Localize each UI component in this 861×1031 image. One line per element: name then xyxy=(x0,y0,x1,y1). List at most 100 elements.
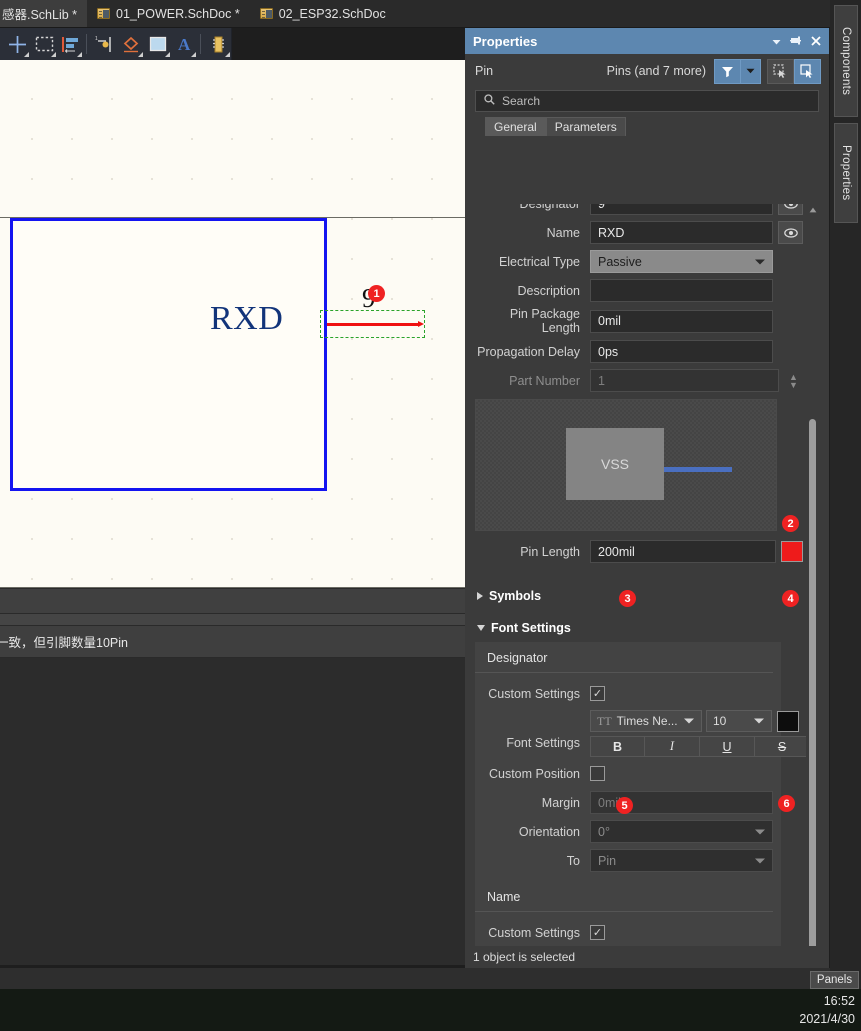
message-text: 一致，但引脚数量10Pin xyxy=(0,636,128,650)
description-input[interactable] xyxy=(590,279,773,302)
place-rectangle-icon[interactable] xyxy=(146,31,171,58)
designator-font-size-select[interactable]: 10 xyxy=(706,710,772,732)
electrical-type-select[interactable]: Passive xyxy=(590,250,773,273)
tab-parameters[interactable]: Parameters xyxy=(545,117,626,136)
panels-button[interactable]: Panels xyxy=(810,971,859,989)
preview-symbol-label: VSS xyxy=(600,456,629,472)
properties-scrollbar[interactable] xyxy=(806,204,819,994)
object-count-label: Pins (and 7 more) xyxy=(606,64,706,78)
pin-preview: VSS xyxy=(475,399,777,531)
pin-package-length-label: Pin Package Length xyxy=(509,307,580,335)
vertical-tab-components[interactable]: Components xyxy=(834,5,858,117)
designator-bold-button[interactable]: B xyxy=(590,736,645,757)
designator-visibility-icon[interactable] xyxy=(778,204,803,215)
schematic-canvas[interactable]: RXD 9 xyxy=(0,60,465,588)
document-tab-power[interactable]: 01_POWER.SchDoc * xyxy=(87,0,250,27)
font-glyph-icon: TT xyxy=(597,713,612,728)
part-number-input[interactable]: 1 xyxy=(590,369,779,392)
section-font-settings[interactable]: Font Settings xyxy=(475,616,803,640)
field-pin-length: Pin Length 200mil xyxy=(475,539,803,564)
chevron-down-icon xyxy=(755,858,765,863)
name-input[interactable]: RXD xyxy=(590,221,773,244)
designator-font-color-swatch[interactable] xyxy=(777,710,799,732)
search-icon xyxy=(484,94,495,108)
system-clock: 16:52 2021/4/30 xyxy=(655,992,855,1028)
tab-label: 01_POWER.SchDoc * xyxy=(116,6,240,21)
document-tab-schlib[interactable]: 感器.SchLib * xyxy=(0,0,88,27)
pin-length-input[interactable]: 200mil xyxy=(590,540,776,563)
place-ic-icon[interactable] xyxy=(206,31,231,58)
pin-wire[interactable] xyxy=(327,321,424,327)
chevron-down-icon xyxy=(684,718,694,724)
electrical-type-label: Electrical Type xyxy=(498,254,580,269)
chevron-down-icon[interactable] xyxy=(772,34,781,49)
designator-italic-button[interactable]: I xyxy=(645,736,700,757)
field-name: Name RXD xyxy=(475,220,803,245)
custom-position-label: Custom Position xyxy=(488,766,580,781)
designator-custom-position-checkbox[interactable] xyxy=(590,766,605,781)
align-icon[interactable] xyxy=(59,31,84,58)
part-number-stepper[interactable]: ▲ ▼ xyxy=(789,372,803,389)
search-input[interactable]: Search xyxy=(475,90,819,112)
dashed-rectangle-icon[interactable] xyxy=(32,31,57,58)
tab-label: 02_ESP32.SchDoc xyxy=(278,6,386,21)
close-icon[interactable] xyxy=(811,34,821,49)
chevron-right-icon xyxy=(477,592,483,600)
place-text-icon[interactable]: A xyxy=(173,31,198,58)
designator-to-row: To Pin xyxy=(475,848,773,873)
propagation-delay-input[interactable]: 0ps xyxy=(590,340,773,363)
properties-panel: Properties Pin Pins (and 7 more) Search … xyxy=(465,28,829,994)
funnel-icon[interactable] xyxy=(714,58,741,84)
description-label: Description xyxy=(517,283,580,298)
field-part-number: Part Number 1 ▲ ▼ xyxy=(475,368,803,393)
properties-tab-strip: General Parameters xyxy=(465,117,829,136)
pin-package-length-input[interactable]: 0mil xyxy=(590,309,773,333)
search-placeholder: Search xyxy=(502,94,541,108)
designator-custom-settings-checkbox[interactable]: ✓ xyxy=(590,686,605,701)
scrollbar-thumb[interactable] xyxy=(809,419,816,954)
document-tab-esp32[interactable]: 02_ESP32.SchDoc xyxy=(249,0,396,27)
part-number-label: Part Number xyxy=(509,373,580,388)
select-touching-icon[interactable] xyxy=(794,58,821,84)
scroll-up-arrow-icon[interactable] xyxy=(806,204,819,216)
field-electrical-type: Electrical Type Passive xyxy=(475,249,803,274)
crosshair-place-icon[interactable] xyxy=(5,31,30,58)
tab-label: 感器.SchLib * xyxy=(2,8,78,22)
pin-icon[interactable] xyxy=(790,34,802,49)
designator-input[interactable]: 9 xyxy=(590,204,773,215)
tab-general[interactable]: General xyxy=(485,117,546,136)
vertical-tab-properties[interactable]: Properties xyxy=(834,123,858,223)
status-bar: 1 object is selected xyxy=(465,946,829,968)
messages-pane-header xyxy=(0,588,465,613)
component-body-rectangle[interactable] xyxy=(10,218,327,491)
designator-underline-button[interactable]: U xyxy=(700,736,755,757)
designator-to-select[interactable]: Pin xyxy=(590,849,773,872)
designator-label: Designator xyxy=(475,204,590,211)
section-symbols[interactable]: Symbols xyxy=(475,584,803,608)
pin-color-swatch[interactable] xyxy=(781,541,803,562)
app-status-strip xyxy=(0,968,830,989)
messages-column-strip xyxy=(0,613,465,625)
object-kind-label: Pin xyxy=(475,64,494,78)
chevron-down-icon xyxy=(755,259,765,264)
drawing-toolbar: 1 A xyxy=(0,28,232,60)
name-custom-settings-row: Custom Settings ✓ xyxy=(475,920,773,945)
annotation-badge-5: 5 xyxy=(616,797,633,814)
eye-icon[interactable] xyxy=(778,221,803,244)
net-label-icon[interactable] xyxy=(119,31,144,58)
name-custom-settings-checkbox[interactable]: ✓ xyxy=(590,925,605,940)
orientation-label: Orientation xyxy=(518,824,580,839)
designator-orientation-select[interactable]: 0° xyxy=(590,820,773,843)
designator-font-family-select[interactable]: TT Times Ne... xyxy=(590,710,702,732)
annotation-badge-6: 6 xyxy=(778,795,795,812)
designator-strikethrough-button[interactable]: S xyxy=(755,736,810,757)
clock-time: 16:52 xyxy=(823,994,855,1008)
designator-custom-settings-row: Custom Settings ✓ xyxy=(475,681,773,706)
filter-dropdown-button[interactable] xyxy=(741,58,761,84)
select-all-icon[interactable] xyxy=(767,58,794,84)
field-description: Description xyxy=(475,278,803,303)
messages-row[interactable]: 一致，但引脚数量10Pin xyxy=(0,625,465,657)
preview-pin-wire xyxy=(664,467,732,472)
place-pin-icon[interactable]: 1 xyxy=(92,31,117,58)
chevron-down-icon xyxy=(755,829,765,834)
